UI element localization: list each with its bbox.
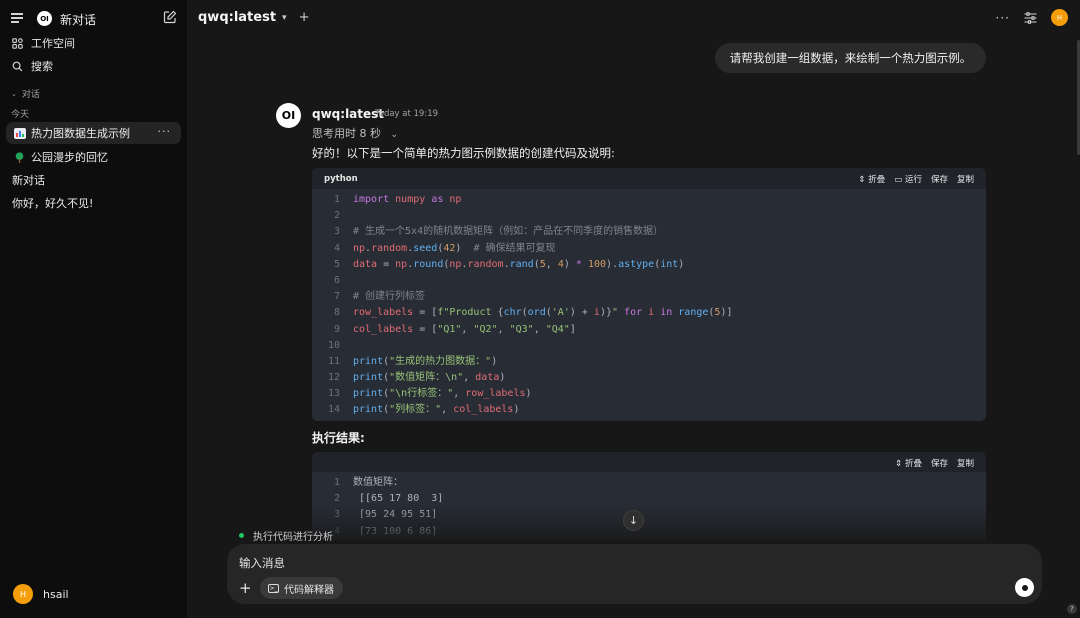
code-line: 5 data = np.round(np.random.rand(5, 4) * … [333, 258, 685, 270]
sliders-icon[interactable] [1024, 11, 1037, 24]
code-line: 13 print("\n行标签：", row_labels) [327, 388, 532, 400]
arrow-down-icon: ↓ [628, 514, 639, 527]
thinking-label: 思考用时 8 秒 [312, 127, 381, 140]
tree-emoji-icon [14, 151, 26, 163]
code-actions: ⇕ 折叠 ▭ 运行 保存 复制 [858, 173, 974, 185]
sidebar-item-label: 工作空间 [31, 37, 75, 50]
sidebar-item-workspace[interactable]: 工作空间 [0, 33, 187, 53]
code-line: 14 print("列标签：", col_labels) [327, 404, 520, 416]
status-analyzing: 执行代码进行分析 [239, 528, 333, 543]
run-icon: ▭ [894, 175, 903, 185]
code-line: 7 # 创建行列标签 [333, 291, 426, 303]
bot-avatar-icon: OI [276, 103, 301, 128]
code-line: 10 [327, 339, 340, 351]
bot-answer: 好的！以下是一个简单的热力图示例数据的创建代码及说明: [312, 146, 615, 160]
sidebar-new-chat[interactable]: 新对话 [60, 11, 96, 28]
add-model-icon[interactable]: + [299, 10, 310, 25]
code-line: 1 import numpy as np [333, 194, 462, 205]
code-block: python ⇕ 折叠 ▭ 运行 保存 复制 1 import numpy as … [312, 168, 986, 421]
collapse-icon: ⇕ [895, 459, 903, 469]
add-attachment-icon[interactable]: + [239, 579, 252, 597]
section-chats[interactable]: ⌄ 对话 [11, 87, 40, 101]
menu-icon[interactable] [11, 13, 23, 23]
tool-chip-label: 代码解释器 [284, 584, 334, 596]
output-actions: ⇕ 折叠 保存 复制 [895, 457, 974, 469]
code-line: 4 np.random.seed(42) # 确保结果可复现 [333, 242, 556, 254]
save-button[interactable]: 保存 [931, 457, 948, 469]
scroll-down-button[interactable]: ↓ [623, 510, 644, 531]
code-body[interactable]: 1 import numpy as np 2 3 # 生成一个5x4的随机数据矩阵（… [312, 189, 986, 421]
status-dot [239, 533, 244, 538]
code-line: 8 row_labels = [f"Product {chr(ord('A') +… [333, 307, 733, 319]
message-input[interactable]: 输入消息 [239, 555, 285, 571]
more-icon[interactable]: ··· [996, 11, 1010, 25]
sidebar: OI 新对话 工作空间 搜索 ⌄ 对话 今天 热力图数据生成示例 ··· 公园漫… [0, 0, 187, 618]
exec-result-title: 执行结果: [312, 431, 365, 445]
edit-icon[interactable] [163, 10, 177, 24]
save-button[interactable]: 保存 [931, 173, 948, 185]
openwebui-logo-icon[interactable]: OI [37, 11, 52, 26]
status-text: 执行代码进行分析 [253, 532, 333, 543]
chat-item-label: 公园漫步的回忆 [31, 151, 108, 164]
code-line: 3 # 生成一个5x4的随机数据矩阵（例如：产品在不同季度的销售数据） [333, 226, 664, 238]
bot-name: qwq:latest [312, 107, 385, 121]
sidebar-item-search[interactable]: 搜索 [0, 56, 187, 76]
section-chats-label: 对话 [21, 90, 40, 100]
code-line: 12 print("数值矩阵：\n", data) [327, 372, 506, 384]
header-actions: ··· H [996, 9, 1068, 26]
user-name: hsail [43, 587, 69, 601]
code-header: python ⇕ 折叠 ▭ 运行 保存 复制 [312, 168, 986, 189]
model-name: qwq:latest [198, 10, 277, 25]
model-selector[interactable]: qwq:latest ▾ + [198, 10, 309, 25]
run-button[interactable]: ▭ 运行 [894, 173, 922, 185]
stop-icon [1021, 584, 1028, 591]
code-line: 9 col_labels = ["Q1", "Q2", "Q3", "Q4"] [333, 323, 576, 335]
fade-overlay [287, 505, 1007, 545]
collapse-button[interactable]: ⇕ 折叠 [895, 457, 922, 469]
code-line: 6 [333, 274, 340, 286]
code-interpreter-toggle[interactable]: >_ 代码解释器 [260, 577, 343, 599]
message-composer[interactable]: 输入消息 + >_ 代码解释器 [227, 544, 1042, 604]
avatar: H [13, 584, 33, 604]
code-line: 2 [333, 210, 340, 222]
chat-item-hello[interactable]: 你好，好久不见! [6, 192, 181, 214]
copy-button[interactable]: 复制 [957, 457, 974, 469]
collapse-button[interactable]: ⇕ 折叠 [858, 173, 885, 185]
sidebar-header: OI 新对话 [0, 8, 187, 28]
workspace-icon [11, 37, 23, 49]
chat-item-label: 你好，好久不见! [12, 197, 94, 210]
chat-item-label: 热力图数据生成示例 [31, 127, 130, 140]
collapse-icon: ⇕ [858, 175, 866, 185]
chevron-down-icon: ⌄ [11, 89, 17, 98]
section-today: 今天 [11, 110, 30, 120]
user-profile[interactable]: H hsail [13, 584, 69, 604]
terminal-icon: >_ [268, 583, 279, 593]
chat-item-park[interactable]: 公园漫步的回忆 [6, 146, 181, 168]
output-line: 1 数值矩阵： [333, 477, 403, 488]
chat-item-new[interactable]: 新对话 [6, 169, 181, 191]
code-language: python [324, 173, 358, 184]
main-area: qwq:latest ▾ + ··· H 请帮我创建一组数据，来绘制一个热力图示… [187, 0, 1080, 618]
search-icon [11, 60, 23, 72]
output-header: ⇕ 折叠 保存 复制 [312, 452, 986, 472]
bot-timestamp: Today at 19:19 [375, 109, 439, 119]
chart-emoji-icon [14, 127, 26, 139]
code-line: 11 print("生成的热力图数据：") [327, 355, 498, 367]
thinking-toggle[interactable]: 思考用时 8 秒 ⌄ [312, 125, 398, 141]
copy-button[interactable]: 复制 [957, 173, 974, 185]
chat-item-label: 新对话 [12, 174, 45, 187]
header-avatar[interactable]: H [1051, 9, 1068, 26]
sidebar-item-label: 搜索 [31, 60, 53, 73]
chevron-down-icon: ▾ [282, 12, 287, 23]
chevron-down-icon: ⌄ [390, 130, 399, 140]
help-icon[interactable]: ? [1067, 604, 1077, 614]
more-options-icon[interactable]: ··· [158, 125, 172, 138]
chat-item-heatmap[interactable]: 热力图数据生成示例 ··· [6, 122, 181, 144]
stop-button[interactable] [1015, 578, 1034, 597]
user-message: 请帮我创建一组数据，来绘制一个热力图示例。 [715, 43, 986, 73]
